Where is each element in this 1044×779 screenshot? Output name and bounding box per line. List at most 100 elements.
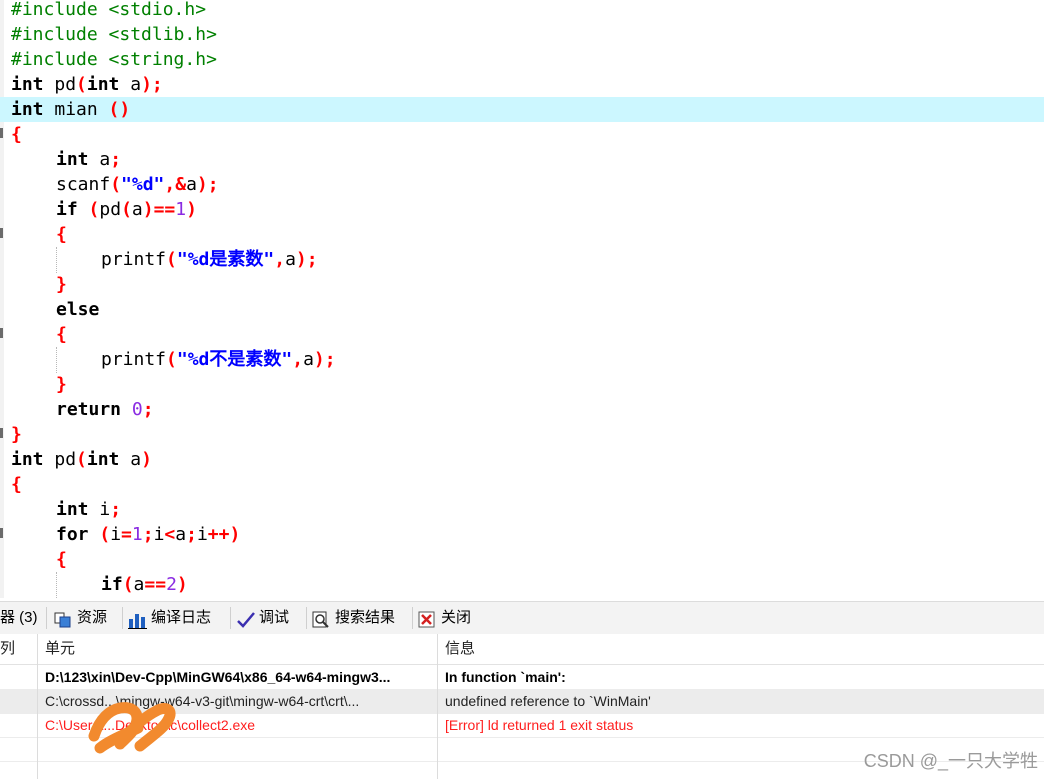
code-line[interactable]: } [0, 422, 1044, 447]
code-token: )== [142, 199, 176, 220]
code-line-current[interactable]: int mian () [0, 97, 1044, 122]
code-line[interactable]: printf("%d是素数",a); [0, 247, 1044, 272]
code-line[interactable]: #include <stdio.h> [0, 0, 1044, 22]
table-row[interactable]: D:\123\xin\Dev-Cpp\MinGW64\x86_64-w64-mi… [0, 665, 1044, 690]
close-icon [418, 609, 436, 628]
column-header-col[interactable]: 列 [0, 634, 15, 664]
code-line[interactable]: int pd(int a) [0, 447, 1044, 472]
code-line[interactable]: printf("%d不是素数",a); [0, 347, 1044, 372]
tab-compiler[interactable]: 器 (3) [0, 602, 38, 634]
code-text: { [56, 222, 67, 247]
code-text: } [56, 372, 67, 397]
code-token: "%d是素数" [176, 249, 275, 270]
code-line[interactable]: if(a==2) [0, 572, 1044, 597]
code-line[interactable]: { [0, 472, 1044, 497]
code-token: { [56, 324, 67, 345]
code-line[interactable]: #include <stdlib.h> [0, 22, 1044, 47]
row-info: In function `main': [445, 669, 566, 685]
column-header-unit[interactable]: 单元 [45, 634, 75, 664]
code-line[interactable]: scanf("%d",&a); [0, 172, 1044, 197]
search-results-icon [312, 609, 330, 628]
code-token: i [88, 499, 111, 520]
code-token: a [88, 149, 111, 170]
code-token: printf [101, 349, 167, 370]
row-unit: D:\123\xin\Dev-Cpp\MinGW64\x86_64-w64-mi… [45, 669, 391, 685]
indent-guide [56, 572, 57, 598]
code-token: "%d不是素数" [176, 349, 293, 370]
code-token: int [56, 499, 89, 520]
code-text: { [56, 547, 67, 572]
code-token: int [86, 449, 120, 470]
code-text: { [11, 472, 22, 497]
code-token: int [86, 74, 120, 95]
code-line[interactable]: if (pd(a)==1) [0, 197, 1044, 222]
code-token: ); [196, 174, 219, 195]
code-token: ++) [207, 524, 241, 545]
code-line[interactable]: int pd(int a); [0, 72, 1044, 97]
code-token: a [131, 199, 143, 220]
code-token: { [11, 124, 22, 145]
tab-debug[interactable]: 调试 [236, 602, 289, 634]
tab-resources[interactable]: 资源 [54, 602, 107, 634]
fold-marker[interactable] [0, 428, 3, 438]
code-line[interactable]: #include <string.h> [0, 47, 1044, 72]
code-line[interactable]: { [0, 122, 1044, 147]
compile-log-icon [128, 609, 147, 629]
code-text: if(a==2) [101, 572, 188, 597]
column-divider[interactable] [37, 634, 38, 779]
code-text: { [11, 122, 22, 147]
code-line[interactable]: int i; [0, 497, 1044, 522]
fold-marker[interactable] [0, 328, 3, 338]
code-text: scanf("%d",&a); [56, 172, 219, 197]
code-token: ( [88, 199, 100, 220]
code-line[interactable]: { [0, 222, 1044, 247]
code-text: } [56, 272, 67, 297]
code-editor[interactable]: #include <stdio.h> #include <stdlib.h> #in… [0, 0, 1044, 598]
tab-close[interactable]: 关闭 [418, 602, 471, 634]
fold-marker[interactable] [0, 528, 3, 538]
code-token: #include <stdlib.h> [11, 24, 217, 45]
tab-debug-label: 调试 [259, 609, 290, 626]
code-token: #include <stdio.h> [11, 0, 207, 20]
tab-compile-log[interactable]: 编译日志 [128, 602, 211, 634]
code-line[interactable]: return 0; [0, 397, 1044, 422]
code-line[interactable]: for (i=1;i<a;i++) [0, 522, 1044, 547]
code-line[interactable]: int a; [0, 147, 1044, 172]
column-header-info[interactable]: 信息 [445, 634, 475, 664]
code-token: } [11, 424, 22, 445]
code-text: else [56, 297, 99, 322]
code-line[interactable]: } [0, 272, 1044, 297]
code-token: for [56, 524, 89, 545]
code-token: ; [142, 524, 154, 545]
code-token: = [121, 524, 132, 545]
code-line[interactable]: { [0, 322, 1044, 347]
code-text: printf("%d是素数",a); [101, 247, 318, 272]
code-line[interactable]: { [0, 547, 1044, 572]
code-text: int i; [56, 497, 121, 522]
code-token: a [119, 449, 142, 470]
tab-close-label: 关闭 [441, 609, 472, 626]
code-text: } [11, 422, 22, 447]
indent-guide [56, 247, 57, 273]
code-line[interactable]: else [0, 297, 1044, 322]
code-line[interactable]: } [0, 372, 1044, 397]
column-divider[interactable] [437, 634, 438, 779]
code-token: } [56, 274, 67, 295]
tab-resources-label: 资源 [77, 609, 108, 626]
tab-search-results[interactable]: 搜索结果 [312, 602, 395, 634]
code-token: #include <string.h> [11, 49, 217, 70]
code-token: ; [186, 524, 197, 545]
code-token: { [11, 474, 22, 495]
code-token: printf [101, 249, 167, 270]
code-token: a [303, 349, 314, 370]
code-text: { [56, 322, 67, 347]
code-text: int mian () [11, 97, 130, 122]
code-token: a [285, 249, 296, 270]
fold-marker[interactable] [0, 128, 3, 138]
debug-icon [236, 609, 255, 628]
code-token: mian [43, 99, 109, 120]
code-text: int pd(int a); [11, 72, 163, 97]
code-token: ( [99, 524, 111, 545]
fold-marker[interactable] [0, 228, 3, 238]
